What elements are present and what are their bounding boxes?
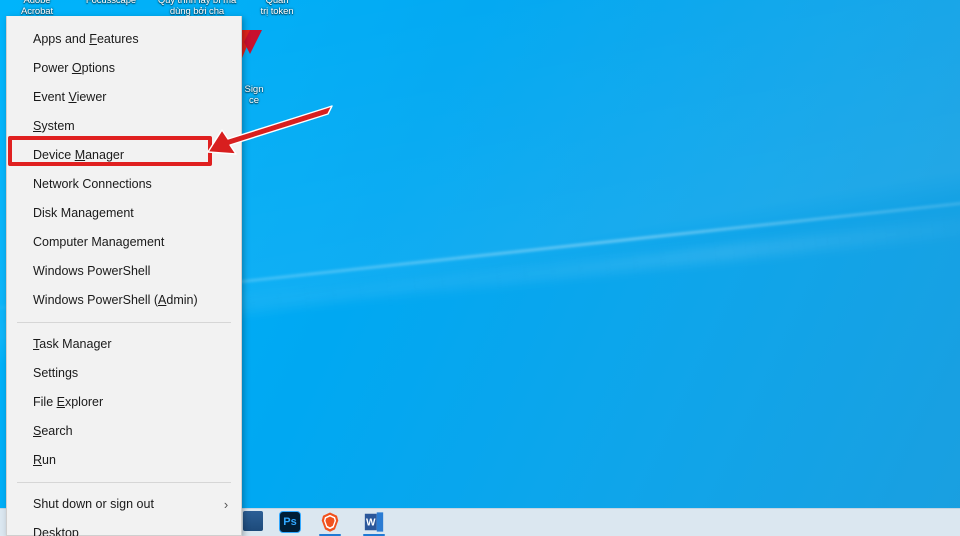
menu-item-file-explorer[interactable]: File Explorer [7, 388, 241, 417]
menu-item-label: Search [33, 424, 73, 438]
menu-top-padding [7, 16, 241, 25]
menu-item-label: Desktop [33, 526, 79, 536]
menu-item-task-manager[interactable]: Task Manager [7, 330, 241, 359]
taskbar-item-brave[interactable] [319, 511, 341, 533]
menu-item-desktop[interactable]: Desktop [7, 519, 241, 536]
menu-item-disk-management[interactable]: Disk Management [7, 199, 241, 228]
menu-item-label: Windows PowerShell (Admin) [33, 293, 198, 307]
menu-item-apps-and-features[interactable]: Apps and Features [7, 25, 241, 54]
menu-item-label: Settings [33, 366, 79, 380]
desktop-wallpaper[interactable]: Adobe Acrobat Focusscape Quy trình lấy b… [0, 0, 960, 536]
menu-item-label: Power Options [33, 61, 115, 75]
menu-item-label: Run [33, 453, 56, 467]
photoshop-icon: Ps [279, 511, 301, 533]
desktop-icon-label-focusscape: Focusscape [85, 0, 137, 6]
menu-item-label: Device Manager [33, 148, 125, 162]
menu-item-system[interactable]: System [7, 112, 241, 141]
menu-item-shut-down-or-sign-out[interactable]: Shut down or sign out › [7, 490, 241, 519]
generic-app-icon [243, 511, 263, 531]
word-icon: W [363, 511, 385, 533]
menu-item-label: Windows PowerShell [33, 264, 151, 278]
menu-item-label: File Explorer [33, 395, 104, 409]
taskbar-item-word[interactable]: W [363, 511, 385, 533]
chevron-right-icon: › [223, 497, 229, 512]
menu-item-run[interactable]: Run [7, 446, 241, 475]
menu-separator [17, 322, 231, 323]
power-user-menu[interactable]: Apps and Features Power Options Event View… [6, 16, 242, 536]
menu-item-computer-management[interactable]: Computer Management [7, 228, 241, 257]
menu-item-settings[interactable]: Settings [7, 359, 241, 388]
desktop-icon-label-quan-tri: Quản trị token [260, 0, 294, 17]
taskbar-item-hidden-app[interactable] [243, 511, 265, 533]
menu-item-search[interactable]: Search [7, 417, 241, 446]
menu-item-device-manager[interactable]: Device Manager [7, 141, 241, 170]
menu-item-label: Shut down or sign out [33, 497, 154, 511]
menu-item-windows-powershell-admin[interactable]: Windows PowerShell (Admin) [7, 286, 241, 315]
power-user-menu-list: Apps and Features Power Options Event View… [7, 25, 241, 536]
menu-item-label: System [33, 119, 75, 133]
menu-item-label: Disk Management [33, 206, 134, 220]
svg-text:W: W [366, 518, 376, 529]
desktop-icon-label-acrobat: Adobe Acrobat [20, 0, 54, 17]
menu-item-label: Event Viewer [33, 90, 107, 104]
desktop-icon-label-quy-trinh: Quy trình lấy bí mã dùng bởi cha [157, 0, 237, 17]
menu-item-windows-powershell[interactable]: Windows PowerShell [7, 257, 241, 286]
menu-separator [17, 482, 231, 483]
menu-item-label: Task Manager [33, 337, 112, 351]
brave-lion-icon [319, 511, 341, 533]
taskbar-item-photoshop[interactable]: Ps [279, 511, 301, 533]
menu-item-network-connections[interactable]: Network Connections [7, 170, 241, 199]
menu-item-power-options[interactable]: Power Options [7, 54, 241, 83]
menu-item-label: Apps and Features [33, 32, 139, 46]
menu-item-label: Network Connections [33, 177, 152, 191]
menu-item-label: Computer Management [33, 235, 165, 249]
menu-item-event-viewer[interactable]: Event Viewer [7, 83, 241, 112]
